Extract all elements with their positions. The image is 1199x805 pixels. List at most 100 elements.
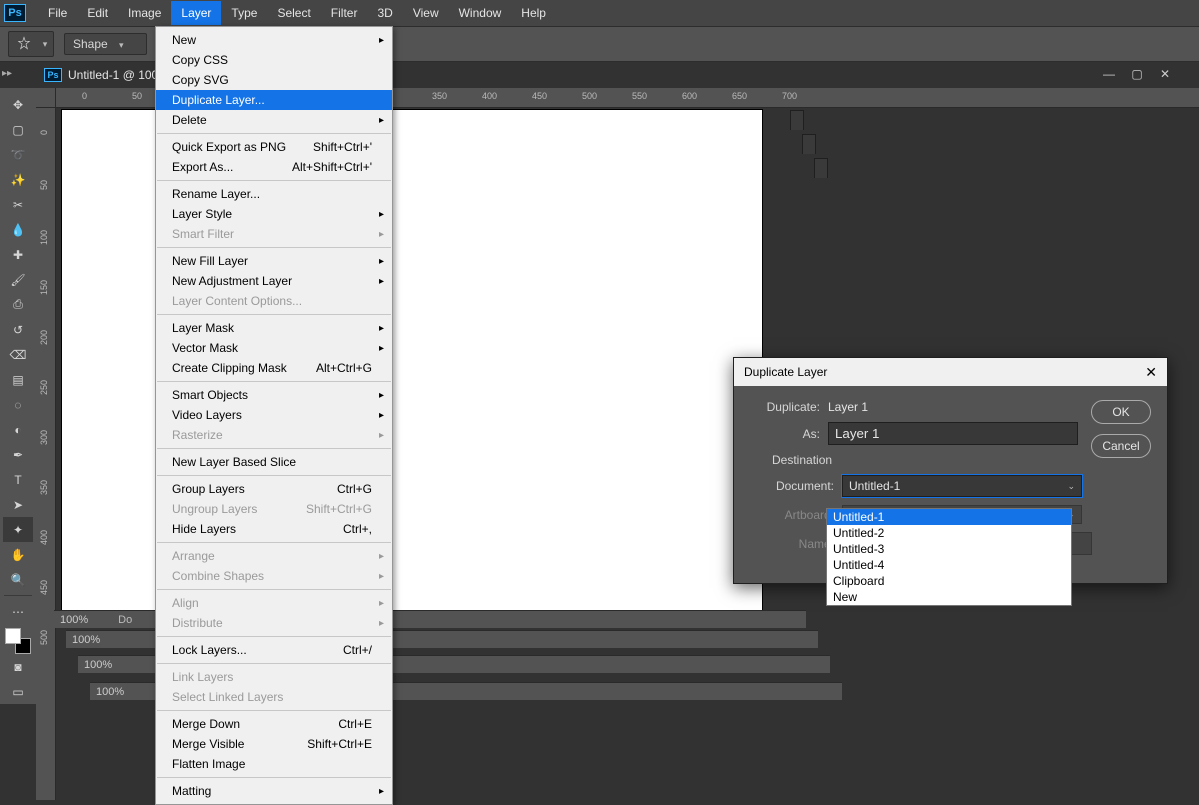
menu-item-new-fill-layer[interactable]: New Fill Layer▸ <box>156 251 392 271</box>
tool-pen[interactable]: ✒ <box>3 442 33 467</box>
menubar-item-3d[interactable]: 3D <box>367 1 402 25</box>
menu-item-create-clipping-mask[interactable]: Create Clipping MaskAlt+Ctrl+G <box>156 358 392 378</box>
tool-eraser[interactable]: ⌫ <box>3 342 33 367</box>
menu-item-label: Delete <box>172 113 207 127</box>
stacked-doc-tab[interactable] <box>814 158 828 178</box>
menu-item-distribute: Distribute▸ <box>156 613 392 633</box>
tool-preset-picker[interactable]: ▾ <box>8 31 54 57</box>
quick-mask-button[interactable]: ◙ <box>3 654 33 679</box>
dropdown-option[interactable]: New <box>827 589 1071 605</box>
menu-item-layer-style[interactable]: Layer Style▸ <box>156 204 392 224</box>
menubar-item-edit[interactable]: Edit <box>77 1 118 25</box>
menu-item-label: Link Layers <box>172 670 233 684</box>
tool-custom-shape[interactable]: ✦ <box>3 517 33 542</box>
minimize-button[interactable]: — <box>1099 66 1119 82</box>
tool-history-brush[interactable]: ↺ <box>3 317 33 342</box>
dropdown-option[interactable]: Untitled-2 <box>827 525 1071 541</box>
photoshop-doc-icon: Ps <box>44 68 62 82</box>
menubar-item-window[interactable]: Window <box>449 1 512 25</box>
menubar-item-layer[interactable]: Layer <box>171 1 221 25</box>
tool-healing[interactable]: ✚ <box>3 242 33 267</box>
menubar-item-view[interactable]: View <box>403 1 449 25</box>
menu-item-quick-export-as-png[interactable]: Quick Export as PNGShift+Ctrl+' <box>156 137 392 157</box>
zoom-level[interactable]: 100% <box>96 686 124 698</box>
tool-zoom[interactable]: 🔍 <box>3 567 33 592</box>
ruler-mark: 400 <box>39 530 49 545</box>
ok-button[interactable]: OK <box>1091 400 1151 424</box>
menu-item-duplicate-layer[interactable]: Duplicate Layer... <box>156 90 392 110</box>
dropdown-option[interactable]: Untitled-4 <box>827 557 1071 573</box>
shape-mode-label: Shape <box>73 37 108 51</box>
screen-mode-button[interactable]: ▭ <box>3 679 33 704</box>
menu-item-export-as[interactable]: Export As...Alt+Shift+Ctrl+' <box>156 157 392 177</box>
tool-type[interactable]: T <box>3 467 33 492</box>
menu-item-layer-mask[interactable]: Layer Mask▸ <box>156 318 392 338</box>
dropdown-option[interactable]: Clipboard <box>827 573 1071 589</box>
zoom-level[interactable]: 100% <box>60 614 88 626</box>
close-icon[interactable]: ✕ <box>1145 364 1157 381</box>
stacked-doc-tab[interactable] <box>802 134 816 154</box>
edit-toolbar-button[interactable]: ⋯ <box>3 599 33 624</box>
menu-item-lock-layers[interactable]: Lock Layers...Ctrl+/ <box>156 640 392 660</box>
tool-brush[interactable]: 🖌 <box>3 267 33 292</box>
menu-item-merge-down[interactable]: Merge DownCtrl+E <box>156 714 392 734</box>
tool-eyedropper[interactable]: 💧 <box>3 217 33 242</box>
menu-item-delete[interactable]: Delete▸ <box>156 110 392 130</box>
tool-magic-wand[interactable]: ✨ <box>3 167 33 192</box>
menubar-item-help[interactable]: Help <box>511 1 556 25</box>
tool-path-select[interactable]: ➤ <box>3 492 33 517</box>
ruler-mark: 600 <box>682 91 697 101</box>
menubar-item-image[interactable]: Image <box>118 1 171 25</box>
menu-item-group-layers[interactable]: Group LayersCtrl+G <box>156 479 392 499</box>
menubar-item-file[interactable]: File <box>38 1 77 25</box>
dropdown-option[interactable]: Untitled-3 <box>827 541 1071 557</box>
menu-item-merge-visible[interactable]: Merge VisibleShift+Ctrl+E <box>156 734 392 754</box>
menu-separator <box>157 589 391 590</box>
as-input[interactable] <box>828 422 1078 445</box>
cancel-button[interactable]: Cancel <box>1091 434 1151 458</box>
foreground-background-swatch[interactable] <box>5 628 31 654</box>
stacked-doc-tab[interactable] <box>790 110 804 130</box>
tool-dodge[interactable]: ◐ <box>3 417 33 442</box>
menu-item-shortcut: Alt+Ctrl+G <box>316 361 372 375</box>
shape-mode-select[interactable]: Shape ▾ <box>64 33 147 55</box>
dropdown-option[interactable]: Untitled-1 <box>827 509 1071 525</box>
doc-info[interactable]: Do <box>118 614 132 626</box>
menu-item-vector-mask[interactable]: Vector Mask▸ <box>156 338 392 358</box>
menu-item-label: Align <box>172 596 199 610</box>
maximize-button[interactable]: ▢ <box>1127 66 1147 82</box>
menu-item-smart-objects[interactable]: Smart Objects▸ <box>156 385 392 405</box>
menubar-item-type[interactable]: Type <box>221 1 267 25</box>
menu-item-flatten-image[interactable]: Flatten Image <box>156 754 392 774</box>
tool-hand[interactable]: ✋ <box>3 542 33 567</box>
close-button[interactable]: ✕ <box>1155 66 1175 82</box>
tool-stamp[interactable]: ⎙ <box>3 292 33 317</box>
tool-marquee[interactable]: ▢ <box>3 117 33 142</box>
menu-item-shortcut: Ctrl+, <box>343 522 372 536</box>
tool-lasso[interactable]: ➰ <box>3 142 33 167</box>
ruler-mark: 150 <box>39 280 49 295</box>
menubar-item-select[interactable]: Select <box>267 1 320 25</box>
tool-move[interactable]: ✥ <box>3 92 33 117</box>
dialog-titlebar[interactable]: Duplicate Layer ✕ <box>734 358 1167 386</box>
menu-item-copy-css[interactable]: Copy CSS <box>156 50 392 70</box>
zoom-level[interactable]: 100% <box>72 634 100 646</box>
menubar-item-filter[interactable]: Filter <box>321 1 368 25</box>
document-dropdown-list[interactable]: Untitled-1Untitled-2Untitled-3Untitled-4… <box>826 508 1072 606</box>
menu-item-shortcut: Ctrl+G <box>337 482 372 496</box>
document-select[interactable]: Untitled-1 ⌄ <box>842 475 1082 497</box>
menu-item-new[interactable]: New▸ <box>156 30 392 50</box>
tool-crop[interactable]: ✂ <box>3 192 33 217</box>
menu-item-rename-layer[interactable]: Rename Layer... <box>156 184 392 204</box>
menu-item-new-layer-based-slice[interactable]: New Layer Based Slice <box>156 452 392 472</box>
menu-item-hide-layers[interactable]: Hide LayersCtrl+, <box>156 519 392 539</box>
tool-blur[interactable]: ◌ <box>3 392 33 417</box>
menu-item-copy-svg[interactable]: Copy SVG <box>156 70 392 90</box>
tool-gradient[interactable]: ▤ <box>3 367 33 392</box>
menu-item-new-adjustment-layer[interactable]: New Adjustment Layer▸ <box>156 271 392 291</box>
document-tab-title[interactable]: Untitled-1 @ 100 <box>68 68 158 82</box>
menu-item-video-layers[interactable]: Video Layers▸ <box>156 405 392 425</box>
zoom-level[interactable]: 100% <box>84 659 112 671</box>
menu-item-matting[interactable]: Matting▸ <box>156 781 392 801</box>
panel-toggle-icon[interactable]: ▸▸ <box>2 68 12 79</box>
